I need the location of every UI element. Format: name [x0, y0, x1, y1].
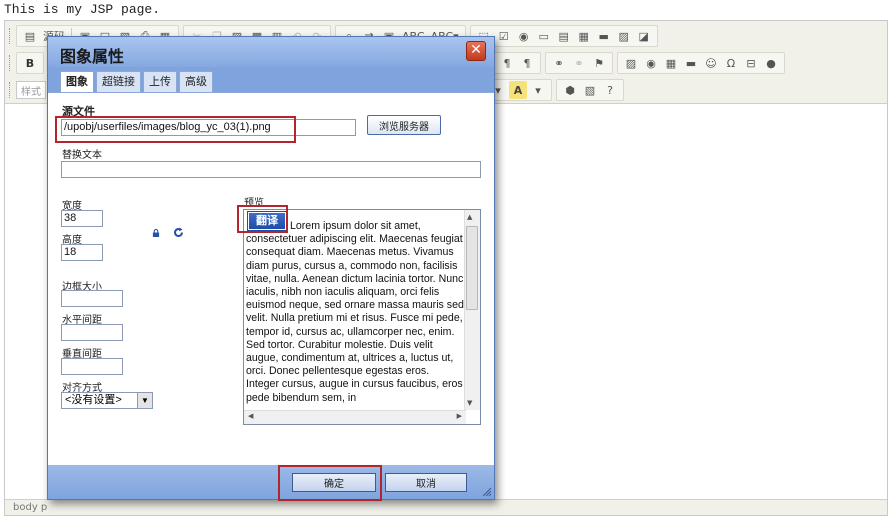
table-icon[interactable]: ▦ [662, 54, 680, 72]
dialog-titlebar[interactable]: 图象属性 ✕ [48, 37, 494, 67]
align-select-value: <没有设置> [65, 394, 122, 406]
toolbar-grip [9, 82, 12, 98]
unlink-icon[interactable]: ⚭ [570, 54, 588, 72]
image-icon[interactable]: ▨ [622, 54, 640, 72]
ok-highlight-box [278, 465, 382, 501]
cancel-button[interactable]: 取消 [385, 473, 467, 492]
preview-image-highlight-box [237, 205, 288, 233]
dialog-footer: 确定 取消 [48, 465, 494, 501]
alt-text-input[interactable] [61, 161, 481, 178]
browse-server-button[interactable]: 浏览服务器 [367, 115, 441, 135]
textfield-icon[interactable]: ▭ [535, 27, 553, 45]
ltr-icon[interactable]: ¶ [498, 54, 516, 72]
page-break-icon[interactable]: ⊟ [742, 54, 760, 72]
chevron-down-icon[interactable]: ▼ [137, 393, 152, 408]
flash-icon[interactable]: ◉ [642, 54, 660, 72]
align-select[interactable]: <没有设置> ▼ [61, 392, 153, 409]
editor-status-bar: body p [5, 499, 887, 515]
toolbar-group-links: ⚭ ⚭ ⚑ [545, 52, 613, 74]
scroll-up-icon[interactable]: ▲ [467, 213, 472, 221]
tab-upload[interactable]: 上传 [143, 71, 177, 92]
height-input[interactable]: 18 [61, 244, 103, 261]
show-blocks-icon[interactable]: ▧ [581, 81, 599, 99]
toolbar-group-forms: ⬚ ☑ ◉ ▭ ▤ ▦ ▬ ▨ ◪ [469, 25, 658, 47]
width-input[interactable]: 38 [61, 210, 103, 227]
about-icon[interactable]: ? [601, 81, 619, 99]
border-input[interactable] [61, 290, 123, 307]
dialog-tabs: 图象 超链接 上传 高级 [60, 71, 215, 93]
maximize-icon[interactable]: ⬢ [561, 81, 579, 99]
toolbar-group-basic: B [16, 52, 44, 74]
toolbar-group-tools: ⬢ ▧ ? [556, 79, 624, 101]
preview-text: Lorem ipsum dolor sit amet, consectetuer… [246, 220, 464, 404]
dialog-panel-image-info: 源文件 /upobj/userfiles/images/blog_yc_03(1… [48, 92, 494, 465]
style-combo[interactable]: 样式 [16, 81, 46, 99]
tab-advanced[interactable]: 高级 [179, 71, 213, 92]
smiley-icon[interactable]: ☺ [702, 54, 720, 72]
vspace-input[interactable] [61, 358, 123, 375]
image-button-icon[interactable]: ▨ [615, 27, 633, 45]
resize-grip-icon[interactable] [482, 487, 492, 497]
preview-horizontal-scrollbar[interactable]: ◀ ▶ [244, 410, 466, 424]
reset-size-icon[interactable] [173, 227, 184, 238]
dialog-title: 图象属性 [60, 47, 125, 66]
tab-image-info[interactable]: 图象 [60, 71, 94, 93]
image-properties-dialog: 图象属性 ✕ 图象 超链接 上传 高级 源文件 /upobj/userfiles… [47, 36, 495, 501]
select-field-icon[interactable]: ▦ [575, 27, 593, 45]
radio-icon[interactable]: ◉ [515, 27, 533, 45]
bold-button[interactable]: B [21, 54, 39, 72]
scroll-thumb[interactable] [466, 226, 478, 310]
special-char-icon[interactable]: Ω [722, 54, 740, 72]
rtl-icon[interactable]: ¶ [518, 54, 536, 72]
textarea-icon[interactable]: ▤ [555, 27, 573, 45]
horizontal-rule-icon[interactable]: ▬ [682, 54, 700, 72]
bg-color-arrow-icon[interactable]: ▾ [529, 81, 547, 99]
scroll-right-icon[interactable]: ▶ [457, 412, 462, 420]
preview-pane[interactable]: Lorem ipsum dolor sit amet, consectetuer… [243, 209, 481, 425]
close-icon[interactable]: ✕ [466, 41, 486, 61]
button-field-icon[interactable]: ▬ [595, 27, 613, 45]
lock-ratio-icon[interactable] [152, 229, 160, 237]
page-heading: This is my JSP page. [4, 2, 161, 17]
preview-vertical-scrollbar[interactable]: ▲ ▼ [464, 210, 480, 410]
toolbar-group-insert: ▨ ◉ ▦ ▬ ☺ Ω ⊟ ● [617, 52, 785, 74]
anchor-icon[interactable]: ⚑ [590, 54, 608, 72]
link-icon[interactable]: ⚭ [550, 54, 568, 72]
tab-link[interactable]: 超链接 [96, 71, 141, 92]
hidden-field-icon[interactable]: ◪ [635, 27, 653, 45]
toolbar-group-direction: ¶ ¶ [493, 52, 541, 74]
scroll-left-icon[interactable]: ◀ [248, 412, 253, 420]
alt-text-label: 替换文本 [62, 150, 102, 161]
hspace-input[interactable] [61, 324, 123, 341]
toolbar-grip [9, 55, 12, 71]
source-icon[interactable]: ▤ [21, 27, 39, 45]
iframe-icon[interactable]: ● [762, 54, 780, 72]
source-highlight-box [55, 116, 296, 143]
checkbox-icon[interactable]: ☑ [495, 27, 513, 45]
scroll-down-icon[interactable]: ▼ [467, 399, 472, 407]
bg-color-icon[interactable]: A [509, 81, 527, 99]
toolbar-grip [9, 28, 12, 44]
